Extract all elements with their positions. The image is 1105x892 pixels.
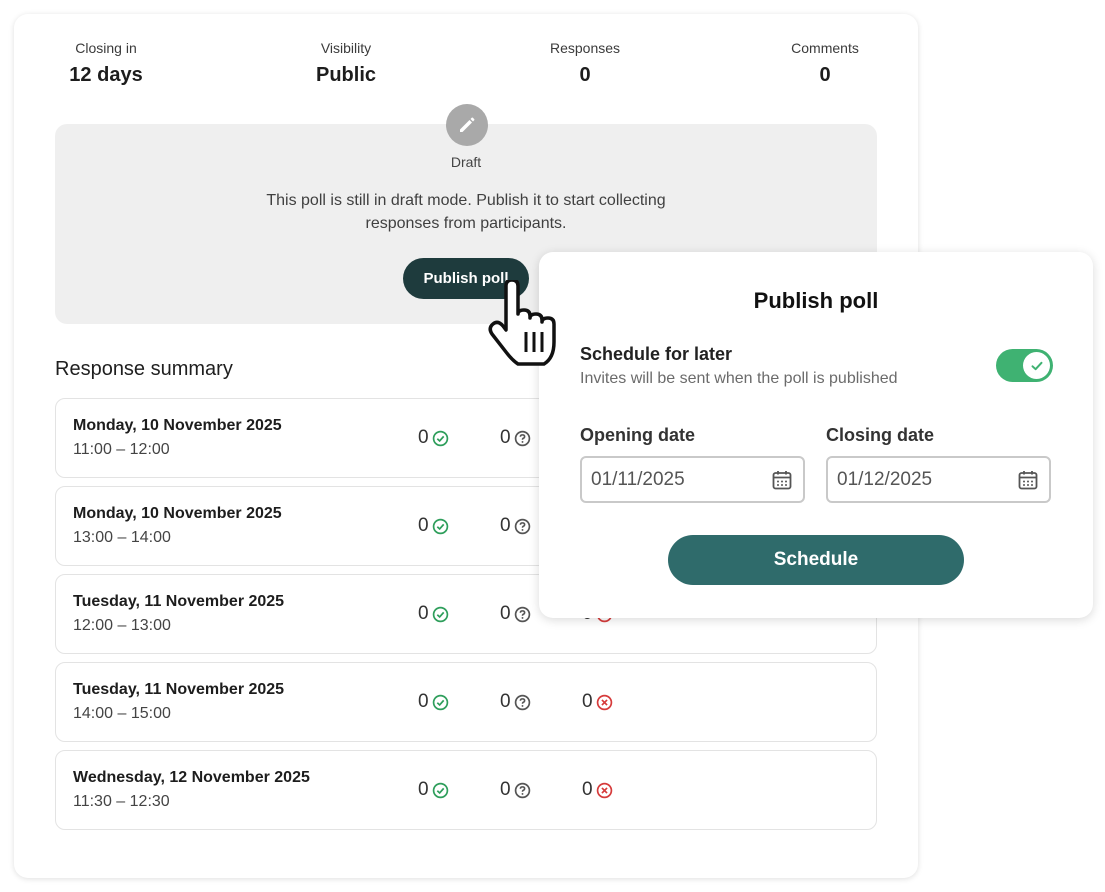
row-date: Monday, 10 November 2025 — [73, 505, 282, 522]
maybe-value: 0 — [500, 515, 511, 536]
opening-date-field[interactable]: 01/11/2025 — [580, 456, 805, 503]
yes-value: 0 — [418, 603, 429, 624]
stat-value: Public — [315, 64, 376, 86]
no-count: 0 — [582, 779, 613, 801]
schedule-toggle[interactable] — [996, 349, 1053, 382]
row-date: Monday, 10 November 2025 — [73, 417, 282, 434]
check-circle-icon — [432, 518, 448, 534]
row-time: 14:00 – 15:00 — [73, 705, 171, 722]
stat-value: 0 — [579, 64, 591, 86]
row-date: Wednesday, 12 November 2025 — [73, 769, 310, 786]
maybe-value: 0 — [500, 779, 511, 800]
stat-label: Closing in — [75, 40, 137, 56]
stats-bar: Closing in 12 days Visibility Public Res… — [14, 40, 918, 100]
schedule-description: Invites will be sent when the poll is pu… — [580, 370, 898, 387]
popup-title: Publish poll — [753, 288, 879, 313]
question-circle-icon — [514, 694, 530, 710]
check-circle-icon — [432, 430, 448, 446]
hand-pointer-icon — [488, 280, 556, 366]
maybe-value: 0 — [500, 603, 511, 624]
no-count: 0 — [582, 691, 613, 713]
draft-message-line: This poll is still in draft mode. Publis… — [266, 192, 666, 209]
maybe-value: 0 — [500, 691, 511, 712]
row-time: 12:00 – 13:00 — [73, 617, 171, 634]
response-row: Wednesday, 12 November 2025 11:30 – 12:3… — [55, 750, 877, 830]
yes-value: 0 — [418, 427, 429, 448]
stat-label: Responses — [549, 40, 621, 56]
row-time: 11:00 – 12:00 — [73, 441, 170, 458]
pencil-icon — [446, 104, 488, 146]
stat-closing: Closing in 12 days — [6, 40, 206, 87]
x-circle-icon — [596, 694, 612, 710]
stat-value: 12 days — [69, 64, 143, 86]
row-date: Tuesday, 11 November 2025 — [73, 593, 285, 610]
response-summary-title: Response summary — [55, 358, 233, 380]
opening-date-label: Opening date — [580, 425, 696, 445]
yes-value: 0 — [418, 515, 429, 536]
stat-value: 0 — [819, 64, 831, 86]
question-circle-icon — [514, 518, 530, 534]
schedule-button[interactable]: Schedule — [668, 535, 964, 585]
closing-date-field[interactable]: 01/12/2025 — [826, 456, 1051, 503]
opening-date-value: 01/11/2025 — [591, 469, 685, 490]
toggle-knob — [1023, 352, 1050, 379]
no-value: 0 — [582, 691, 593, 712]
yes-count: 0 — [418, 779, 449, 801]
question-circle-icon — [514, 430, 530, 446]
calendar-icon[interactable] — [1017, 469, 1039, 491]
check-icon — [1031, 361, 1042, 370]
closing-date-value: 01/12/2025 — [837, 469, 933, 490]
stat-visibility: Visibility Public — [246, 40, 446, 87]
calendar-icon[interactable] — [771, 469, 793, 491]
yes-count: 0 — [418, 427, 449, 449]
closing-date-label: Closing date — [826, 425, 935, 445]
row-time: 13:00 – 14:00 — [73, 529, 171, 546]
stat-comments: Comments 0 — [725, 40, 925, 87]
yes-count: 0 — [418, 515, 449, 537]
no-value: 0 — [582, 779, 593, 800]
row-time: 11:30 – 12:30 — [73, 793, 170, 810]
maybe-count: 0 — [500, 427, 531, 449]
yes-value: 0 — [418, 691, 429, 712]
check-circle-icon — [432, 694, 448, 710]
maybe-value: 0 — [500, 427, 511, 448]
stat-responses: Responses 0 — [485, 40, 685, 87]
yes-count: 0 — [418, 691, 449, 713]
question-circle-icon — [514, 782, 530, 798]
stat-label: Visibility — [320, 40, 372, 56]
draft-label: Draft — [450, 154, 482, 170]
maybe-count: 0 — [500, 779, 531, 801]
check-circle-icon — [432, 606, 448, 622]
publish-poll-popup: Publish poll Schedule for later Invites … — [539, 252, 1093, 618]
response-row: Tuesday, 11 November 2025 14:00 – 15:00 … — [55, 662, 877, 742]
maybe-count: 0 — [500, 515, 531, 537]
schedule-label: Schedule for later — [580, 344, 733, 364]
yes-value: 0 — [418, 779, 429, 800]
maybe-count: 0 — [500, 603, 531, 625]
yes-count: 0 — [418, 603, 449, 625]
maybe-count: 0 — [500, 691, 531, 713]
check-circle-icon — [432, 782, 448, 798]
row-date: Tuesday, 11 November 2025 — [73, 681, 285, 698]
stat-label: Comments — [791, 40, 859, 56]
draft-message-line: responses from participants. — [365, 215, 567, 232]
question-circle-icon — [514, 606, 530, 622]
x-circle-icon — [596, 782, 612, 798]
draft-message: This poll is still in draft mode. Publis… — [55, 189, 877, 235]
